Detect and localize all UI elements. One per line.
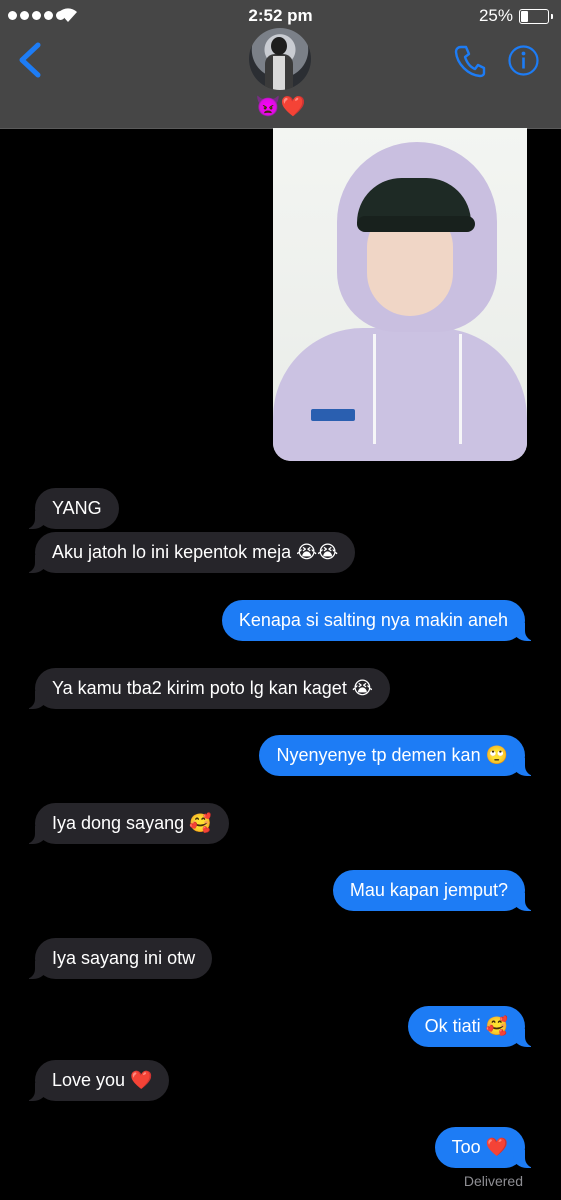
- message-outgoing[interactable]: Too ❤️: [434, 1127, 538, 1168]
- message-outgoing[interactable]: Ok tiati 🥰: [407, 1006, 538, 1047]
- phone-icon[interactable]: [454, 44, 486, 78]
- battery-percent: 25%: [478, 6, 513, 25]
- message-incoming[interactable]: Iya sayang ini otw: [22, 938, 213, 979]
- info-icon[interactable]: [508, 45, 539, 76]
- status-time: 2:52 pm: [248, 6, 313, 25]
- message-outgoing[interactable]: Nyenyenye tp demen kan 🙄: [259, 735, 537, 776]
- message-incoming[interactable]: Aku jatoh lo ini kepentok meja 😭😭: [22, 532, 356, 573]
- message-incoming[interactable]: Iya dong sayang 🥰: [23, 803, 229, 844]
- message-incoming[interactable]: Love you ❤️: [22, 1060, 170, 1101]
- status-bar: 2:52 pm 25%: [0, 0, 561, 34]
- photo-attachment[interactable]: [273, 128, 527, 461]
- message-outgoing[interactable]: Mau kapan jemput?: [332, 870, 538, 911]
- contact-avatar[interactable]: [249, 28, 311, 90]
- message-outgoing[interactable]: Kenapa si salting nya makin aneh: [221, 600, 538, 641]
- message-incoming[interactable]: YANG: [23, 488, 119, 529]
- contact-name[interactable]: 👿❤️: [0, 94, 561, 119]
- delivered-status: Delivered: [463, 1173, 523, 1189]
- back-chevron-icon[interactable]: [16, 42, 44, 78]
- message-incoming[interactable]: Ya kamu tba2 kirim poto lg kan kaget 😭: [23, 668, 390, 709]
- battery-icon: [519, 9, 553, 24]
